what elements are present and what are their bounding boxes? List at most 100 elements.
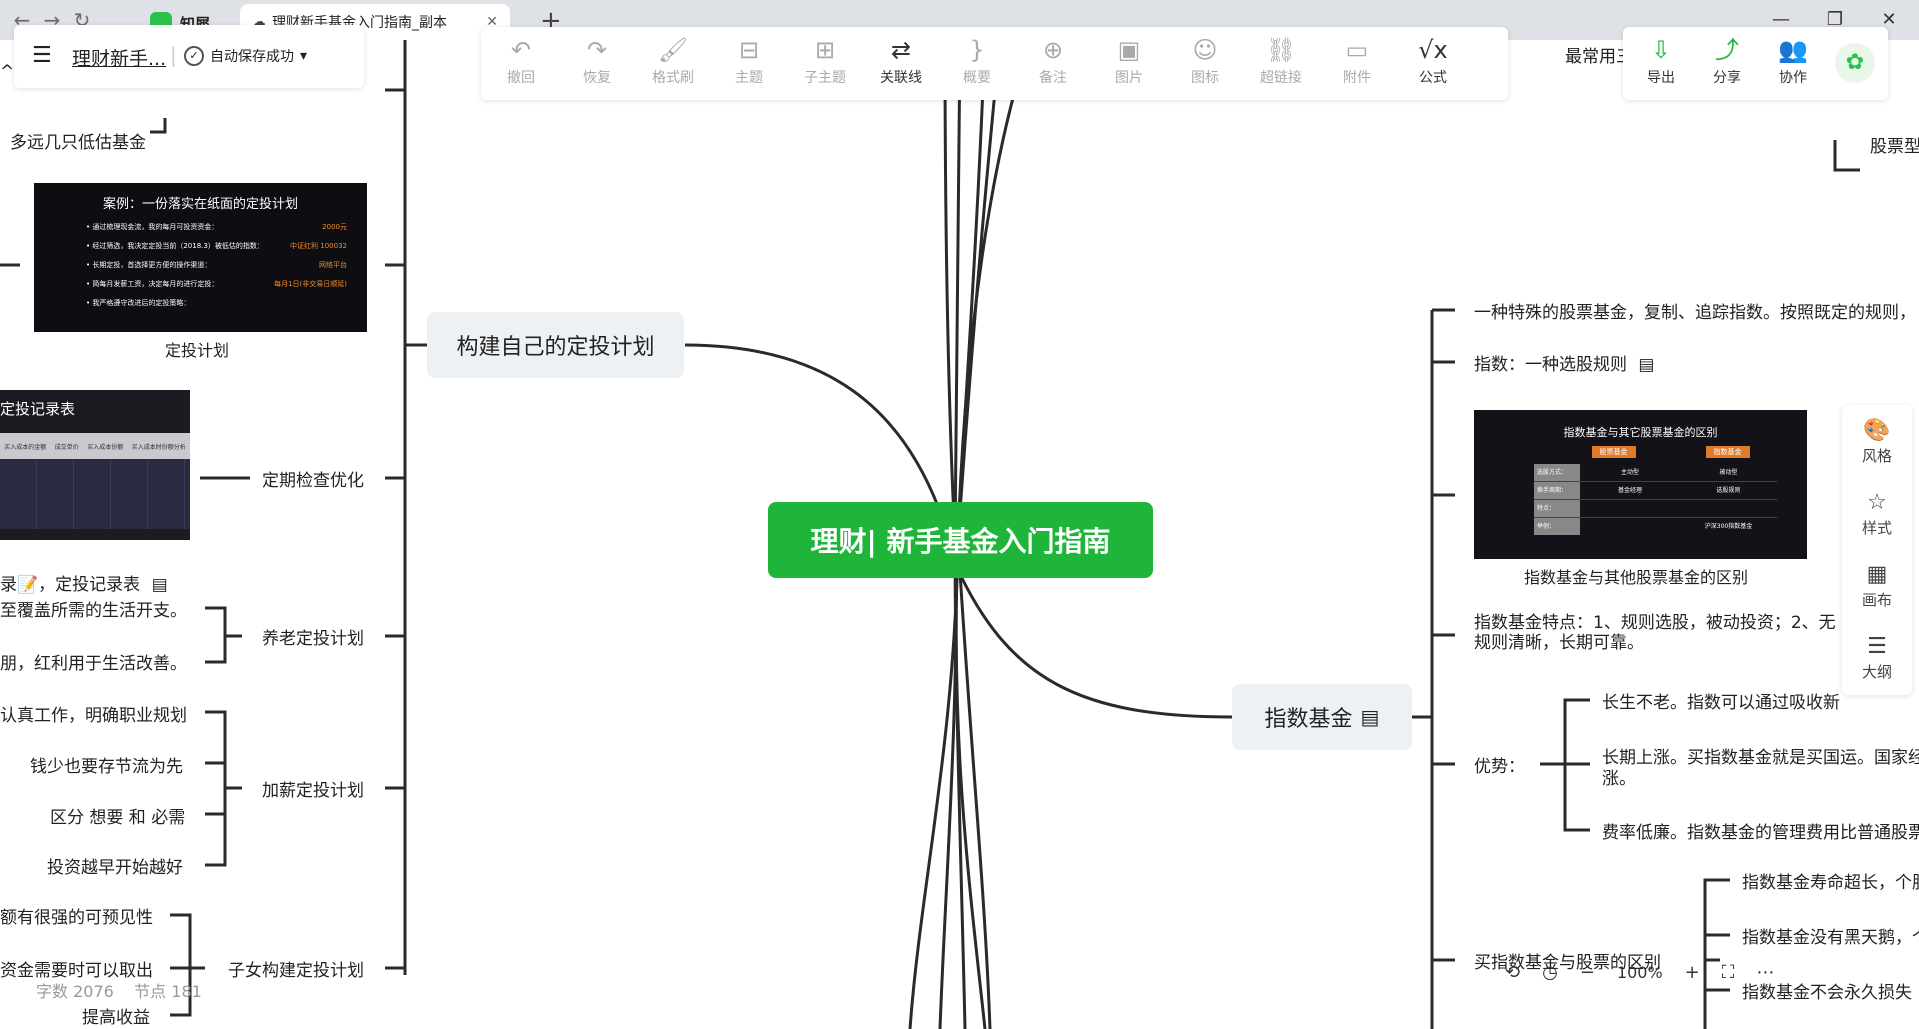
- attachment-button[interactable]: ▭ 附件: [1327, 35, 1387, 93]
- right-fragment-edge[interactable]: 股票型: [1870, 132, 1919, 157]
- topic-advantage[interactable]: 优势：: [1474, 752, 1525, 777]
- index-compare-title: 指数基金与其它股票基金的区别: [1563, 426, 1718, 439]
- layout-icon: ▦: [1866, 562, 1888, 587]
- plan-image-caption: 定投计划: [165, 341, 230, 360]
- undo-icon: ↶: [510, 36, 532, 64]
- share-button[interactable]: ⤴ 分享: [1697, 35, 1757, 93]
- zoom-out-button[interactable]: −: [1580, 962, 1595, 983]
- save-status[interactable]: ✓ 自动保存成功 ▾: [184, 46, 307, 66]
- format-painter-button[interactable]: 🖌 格式刷: [643, 35, 703, 93]
- raise-item[interactable]: 区分 想要 和 必需: [50, 803, 185, 828]
- topic-raise-plan[interactable]: 加薪定投计划: [262, 776, 364, 801]
- more-icon[interactable]: ⋯: [1756, 962, 1774, 983]
- topic-icon: ⊟: [738, 36, 760, 64]
- note-button[interactable]: ⊕ 备注: [1023, 35, 1083, 93]
- buy-item[interactable]: 指数基金寿命超长，个股: [1742, 868, 1919, 893]
- record-image-title: 定投记录表: [0, 400, 76, 418]
- root-topic[interactable]: 理财| 新手基金入门指南: [768, 502, 1153, 578]
- index-feature[interactable]: 指数基金特点：1、规则选股，被动投资；2、无 规则清晰，长期可靠。: [1474, 613, 1836, 653]
- raise-item[interactable]: 钱少也要存节流为先: [30, 752, 183, 777]
- plan-line: • 长期定投，首选择更方便的操作渠道： 网络平台: [86, 261, 347, 269]
- advantage-item[interactable]: 长期上涨。买指数基金就是买国运。国家经: [1602, 743, 1919, 768]
- index-compare-caption: 指数基金与其他股票基金的区别: [1524, 568, 1749, 587]
- advantage-item[interactable]: 费率低廉。指数基金的管理费用比普通股票: [1602, 818, 1919, 843]
- index-compare-image[interactable]: 指数基金与其它股票基金的区别 股票基金 指数基金 选股方式： 主动型 被动型 换手周…: [1474, 410, 1807, 559]
- relation-line-button[interactable]: ⇄ 关联线: [871, 35, 931, 93]
- undo-button[interactable]: ↶ 撤回: [491, 35, 551, 93]
- export-button[interactable]: ⇩ 导出: [1631, 35, 1691, 93]
- canvas-button[interactable]: ▦ 画布: [1842, 561, 1912, 610]
- topic-index-fund[interactable]: 指数基金 ▤: [1232, 684, 1412, 750]
- users-icon: 👥: [1778, 36, 1808, 64]
- left-fragment-top[interactable]: 多远几只低估基金: [10, 128, 146, 153]
- editor-toolbar: ↶ 撤回 ↷ 恢复 🖌 格式刷 ⊟ 主题 ⊞ 子主题 ⇄ 关联线 } 概要 ⊕ 备注 ▣ 图片 ☺…: [481, 27, 1508, 100]
- style-theme-button[interactable]: 🎨 风格: [1842, 417, 1912, 466]
- index-definition[interactable]: 一种特殊的股票基金，复制、追踪指数。按照既定的规则，: [1474, 298, 1916, 323]
- brush-icon: 🖌: [657, 36, 689, 64]
- record-image-grid: [0, 459, 190, 529]
- index-compare-rows: 选股方式： 主动型 被动型 换手周期： 基金经理 选股规则 特点： 举例： 沪深300指数…: [1534, 464, 1777, 535]
- summary-button[interactable]: } 概要: [947, 35, 1007, 93]
- retire-item[interactable]: 至覆盖所需的生活开支。: [0, 596, 187, 621]
- left-fragment-caret: ^: [0, 62, 15, 82]
- image-icon: ▣: [1117, 36, 1141, 64]
- plan-line: • 经过筛选，我决定定投当前（2018.3）被低估的指数： 中证红利 100032: [86, 242, 347, 250]
- locate-icon[interactable]: ⟲: [1505, 962, 1520, 983]
- subtopic-icon: ⊞: [814, 36, 836, 64]
- raise-item[interactable]: 投资越早开始越好: [47, 853, 183, 878]
- record-image-header: 买入成本的金额 成交单价 买入成本份额 买入成本时份额分析: [0, 433, 190, 459]
- icon-button[interactable]: ☺ 图标: [1175, 35, 1235, 93]
- child-item[interactable]: 提高收益: [82, 1003, 150, 1028]
- plan-image[interactable]: 案例：一份落实在纸面的定投计划 • 通过梳理现金流，我的每月可投资资金： 2000…: [34, 183, 367, 332]
- subtopic-button[interactable]: ⊞ 子主题: [795, 35, 855, 93]
- mindmap-canvas[interactable]: 理财| 新手基金入门指南 构建自己的定投计划 指数基金 ▤ ^ 多远几只低估基金…: [0, 40, 1919, 1029]
- note-icon[interactable]: ▤: [1361, 705, 1380, 729]
- hyperlink-button[interactable]: ⛓ 超链接: [1251, 35, 1311, 93]
- redo-button[interactable]: ↷ 恢复: [567, 35, 627, 93]
- record-image[interactable]: 定投记录表 买入成本的金额 成交单价 买入成本份额 买入成本时份额分析: [0, 390, 190, 540]
- advantage-item[interactable]: 长生不老。指数可以通过吸收新: [1602, 688, 1840, 713]
- redo-icon: ↷: [586, 36, 608, 64]
- avatar[interactable]: ✿: [1835, 43, 1875, 83]
- caret-down-icon: ▾: [300, 48, 308, 64]
- child-item[interactable]: 额有很强的可预见性: [0, 903, 153, 928]
- note-icon[interactable]: ▤: [152, 575, 168, 595]
- collaborate-button[interactable]: 👥 协作: [1763, 35, 1823, 93]
- retire-item[interactable]: 朋，红利用于生活改善。: [0, 649, 187, 674]
- star-icon: ☆: [1867, 490, 1887, 515]
- zoom-in-button[interactable]: +: [1685, 962, 1700, 983]
- fullscreen-icon[interactable]: ⛶: [1722, 962, 1735, 983]
- topic-retire-plan[interactable]: 养老定投计划: [262, 624, 364, 649]
- note-icon[interactable]: ▤: [1638, 355, 1654, 375]
- index-rule[interactable]: 指数：一种选股规则 ▤: [1474, 350, 1654, 375]
- summary-icon: }: [969, 36, 985, 64]
- palette-icon: 🎨: [1863, 418, 1891, 443]
- topic-index-fund-label: 指数基金: [1264, 707, 1353, 732]
- image-button[interactable]: ▣ 图片: [1099, 35, 1159, 93]
- index-compare-columns: 股票基金 指数基金: [1534, 446, 1807, 458]
- document-title[interactable]: 理财新手...: [72, 44, 166, 71]
- fit-icon[interactable]: ◷: [1542, 962, 1558, 983]
- topic-check-optimize[interactable]: 定期检查优化: [262, 466, 364, 491]
- topic-child-plan[interactable]: 子女构建定投计划: [228, 956, 364, 981]
- menu-icon[interactable]: ☰: [32, 43, 52, 68]
- plan-line: • 简每月发薪工资，决定每月的进行定投： 每月1日(非交易日顺延): [86, 280, 347, 288]
- record-label[interactable]: 录📝，定投记录表 ▤: [0, 570, 168, 595]
- topic-button[interactable]: ⊟ 主题: [719, 35, 779, 93]
- node-style-button[interactable]: ☆ 样式: [1842, 489, 1912, 538]
- outline-button[interactable]: ☰ 大纲: [1842, 633, 1912, 682]
- share-icon: ⤴: [1715, 36, 1739, 64]
- buy-item[interactable]: 指数基金没有黑天鹅，个: [1742, 923, 1919, 948]
- formula-button[interactable]: √x 公式: [1403, 35, 1463, 93]
- export-icon: ⇩: [1650, 36, 1672, 64]
- check-circle-icon: ✓: [184, 46, 204, 66]
- plan-line: • 我严格遵守改进后的定投策略：: [86, 299, 191, 307]
- topic-build-plan[interactable]: 构建自己的定投计划: [427, 312, 684, 378]
- zoom-level: 100%: [1616, 963, 1663, 982]
- plan-line: • 通过梳理现金流，我的每月可投资资金： 2000元: [86, 223, 347, 231]
- raise-item[interactable]: 认真工作，明确职业规划: [0, 701, 187, 726]
- formula-icon: √x: [1418, 36, 1448, 64]
- plan-image-title: 案例：一份落实在纸面的定投计划: [102, 197, 298, 212]
- divider: |: [170, 43, 177, 67]
- document-bar: ☰ 理财新手... | ✓ 自动保存成功 ▾: [14, 25, 364, 88]
